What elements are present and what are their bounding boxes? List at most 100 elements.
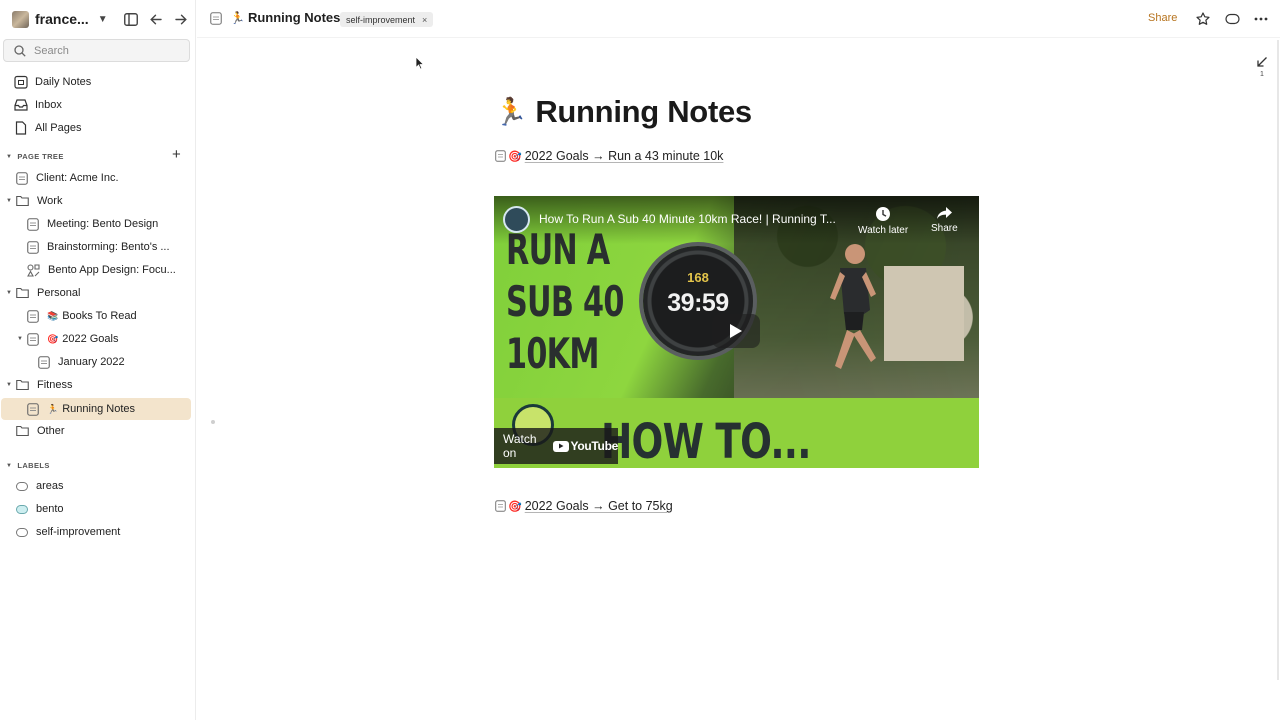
caret-down-icon[interactable]: ▼ (17, 336, 23, 342)
block-reference-goal-10k[interactable]: 🎯 2022 Goals → Run a 43 minute 10k (495, 149, 723, 163)
scrollbar[interactable] (1277, 40, 1279, 680)
workspace-name: france... (35, 11, 89, 27)
label-item-areas[interactable]: areas (16, 476, 64, 496)
inbox-icon (14, 99, 28, 111)
tree-item-client-acme[interactable]: Client: Acme Inc. (16, 168, 119, 188)
block-reference-text: 2022 Goals → Get to 75kg (524, 499, 673, 513)
tree-item-label: Bento App Design: Focu... (48, 264, 176, 276)
tree-item-brainstorming[interactable]: Brainstorming: Bento's ... (27, 237, 170, 257)
folder-icon (16, 425, 29, 437)
caret-down-icon[interactable]: ▼ (6, 198, 12, 204)
sidebar: france... ▼ Search Daily Notes Inbox All… (0, 0, 196, 720)
page-title[interactable]: 🏃 Running Notes (494, 94, 752, 130)
tree-item-meeting-bento[interactable]: Meeting: Bento Design (27, 214, 158, 234)
video-background-building (884, 266, 964, 361)
block-reference-goal-weight[interactable]: 🎯 2022 Goals → Get to 75kg (495, 499, 673, 513)
thumbnail-line-2: SUB 40 (506, 277, 624, 326)
labels-heading[interactable]: ▼ LABELS (6, 461, 50, 470)
video-share-label: Share (931, 223, 958, 234)
workspace-switcher[interactable]: france... ▼ (12, 8, 108, 30)
nav-all-pages[interactable]: All Pages (14, 118, 81, 138)
search-input[interactable]: Search (3, 39, 190, 62)
label-item-text: self-improvement (36, 526, 121, 538)
tree-item-label: Fitness (37, 379, 73, 391)
watch-on-youtube-button[interactable]: Watch on YouTube (494, 428, 618, 464)
thumbnail-headline: RUN A SUB 40 10KM (506, 224, 624, 380)
label-tag-icon (16, 527, 28, 537)
whiteboard-icon (27, 263, 40, 277)
tree-item-2022-goals[interactable]: ▼ 🎯 2022 Goals (17, 329, 119, 349)
tree-item-other[interactable]: Other (16, 421, 65, 441)
forward-arrow-icon[interactable] (172, 10, 190, 28)
youtube-wordmark: YouTube (570, 439, 619, 453)
page-tree-heading-text: PAGE TREE (17, 152, 64, 161)
block-reference-text: 2022 Goals → Run a 43 minute 10k (524, 149, 724, 163)
pages-icon (15, 121, 27, 135)
page-icon (495, 150, 506, 162)
tree-item-label: Books To Read (62, 310, 137, 322)
runner-emoji-icon: 🏃 (47, 403, 59, 414)
target-emoji-icon: 🎯 (508, 500, 522, 513)
nav-inbox-label: Inbox (35, 99, 62, 111)
caret-down-icon: ▼ (6, 462, 13, 469)
runner-emoji-icon: 🏃 (230, 10, 245, 25)
video-share-button[interactable]: Share (931, 206, 958, 234)
back-arrow-icon[interactable] (147, 10, 165, 28)
tree-item-work[interactable]: ▼ Work (6, 191, 63, 211)
tree-item-books-to-read[interactable]: 📚 Books To Read (27, 306, 137, 326)
add-page-icon[interactable]: + (172, 147, 181, 162)
channel-avatar[interactable] (503, 206, 530, 233)
runner-emoji-icon: 🏃 (494, 97, 528, 127)
drag-handle-dot[interactable] (211, 420, 215, 424)
tree-item-personal[interactable]: ▼ Personal (6, 283, 81, 303)
page-icon (210, 12, 222, 30)
watch-heart-rate: 168 (687, 270, 709, 285)
breadcrumb-title-text: Running Notes (247, 10, 341, 25)
page-title-text: Running Notes (535, 94, 752, 129)
clock-icon (876, 207, 891, 221)
play-button[interactable] (712, 314, 760, 348)
play-icon (730, 324, 742, 338)
caret-down-icon[interactable]: ▼ (6, 382, 12, 388)
tree-item-label: Personal (37, 287, 81, 299)
label-item-self-improvement[interactable]: self-improvement (16, 522, 120, 542)
label-icon[interactable] (1223, 10, 1241, 28)
tree-item-fitness[interactable]: ▼ Fitness (6, 375, 73, 395)
watch-later-button[interactable]: Watch later (858, 206, 908, 236)
workspace-avatar (12, 10, 29, 28)
nav-daily-notes-label: Daily Notes (35, 76, 92, 88)
page-icon (27, 217, 39, 231)
nav-daily-notes[interactable]: Daily Notes (14, 72, 91, 92)
more-options-icon[interactable] (1252, 10, 1270, 28)
backlink-arrow-icon (1257, 57, 1267, 67)
page-tree-heading[interactable]: ▼ PAGE TREE (6, 152, 64, 161)
tree-item-running-notes[interactable]: 🏃 Running Notes (27, 399, 135, 419)
breadcrumb-title[interactable]: 🏃 Running Notes (230, 10, 340, 25)
thumbnail-line-3: 10KM (506, 329, 599, 378)
caret-down-icon[interactable]: ▼ (6, 290, 12, 296)
nav-inbox[interactable]: Inbox (14, 95, 62, 115)
video-title[interactable]: How To Run A Sub 40 Minute 10km Race! | … (539, 212, 836, 226)
label-tag[interactable]: self-improvement × (340, 12, 434, 27)
label-item-text: bento (36, 503, 64, 515)
tree-item-label: Client: Acme Inc. (36, 172, 119, 184)
star-icon[interactable] (1194, 10, 1212, 28)
remove-tag-icon[interactable]: × (422, 15, 427, 25)
backlinks-indicator[interactable]: 1 (1256, 55, 1268, 78)
share-button[interactable]: Share (1148, 12, 1177, 24)
youtube-embed[interactable]: RUN A SUB 40 10KM HOW TO... 168 39:59 Ho… (494, 196, 979, 468)
tree-item-label: January 2022 (58, 356, 125, 368)
caret-down-icon: ▼ (6, 153, 13, 160)
tree-item-label: Work (37, 195, 63, 207)
page-icon (16, 171, 28, 185)
folder-icon (16, 195, 29, 207)
label-item-text: areas (36, 480, 64, 492)
label-item-bento[interactable]: bento (16, 499, 64, 519)
tree-item-label: 2022 Goals (62, 333, 119, 345)
chevron-down-icon: ▼ (97, 13, 108, 25)
search-placeholder: Search (34, 44, 69, 57)
tree-item-january-2022[interactable]: January 2022 (38, 352, 125, 372)
tree-item-label: Meeting: Bento Design (47, 218, 159, 230)
toggle-sidebar-icon[interactable] (122, 10, 140, 28)
tree-item-bento-app-design[interactable]: Bento App Design: Focu... (27, 260, 176, 280)
